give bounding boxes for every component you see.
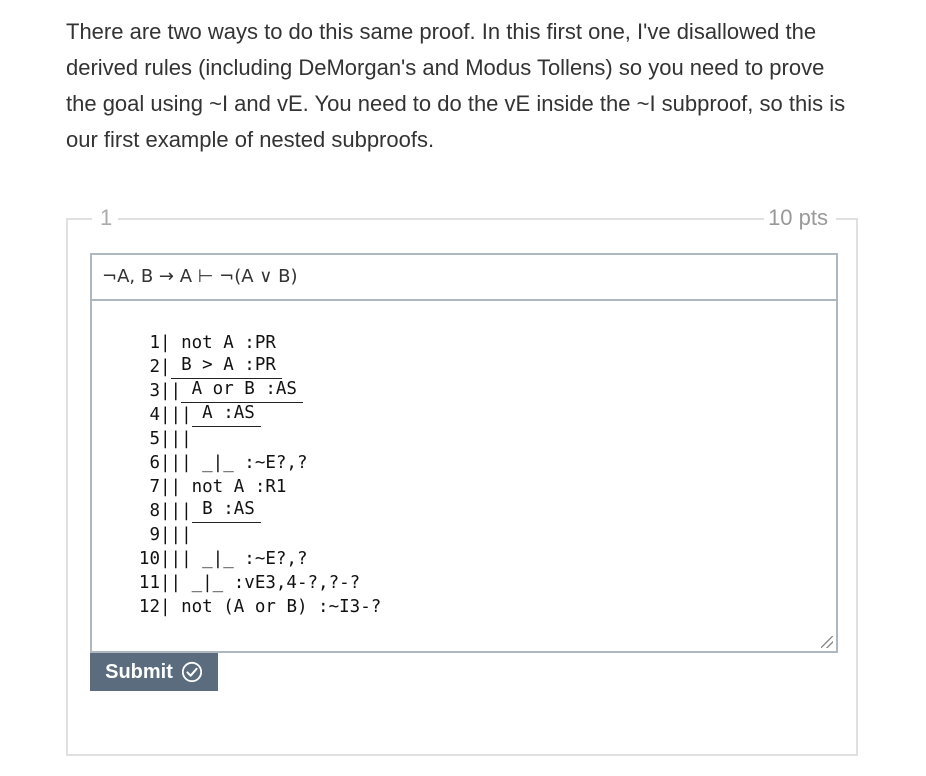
scope-bars: || (160, 477, 182, 497)
line-number: 6 (149, 453, 160, 473)
proof-lines: 1 | not A :PR 2 | B > A :PR 3 || A or B :AS… (130, 331, 381, 619)
line-number: 5 (149, 429, 160, 449)
submit-button[interactable]: Submit (90, 653, 218, 691)
line-number: 3 (149, 381, 160, 401)
scope-bars: ||| (160, 453, 192, 473)
scope-bars: | (160, 597, 171, 617)
line-number: 12 (138, 597, 160, 617)
proof-line[interactable]: 2 | B > A :PR (130, 355, 381, 379)
scope-bars: | (160, 357, 171, 377)
check-circle-icon (181, 661, 202, 683)
line-text: not A :PR (170, 333, 276, 353)
line-text: A or B :AS (181, 379, 303, 403)
scope-bars: ||| (160, 549, 192, 569)
line-number: 1 (149, 333, 160, 353)
proof-line[interactable]: 7 || not A :R1 (130, 475, 381, 499)
frame-top-right (836, 218, 856, 220)
line-number: 11 (138, 573, 160, 593)
proof-line[interactable]: 11 || _|_ :vE3,4-?,?-? (130, 571, 381, 595)
line-text: not A :R1 (181, 477, 287, 497)
scope-bars: ||| (160, 405, 192, 425)
line-text: B > A :PR (170, 355, 282, 379)
proof-line[interactable]: 1 | not A :PR (130, 331, 381, 355)
proof-line[interactable]: 5 ||| (130, 427, 381, 451)
scope-bars: || (160, 381, 182, 401)
line-number: 4 (149, 405, 160, 425)
scope-bars: ||| (160, 501, 192, 521)
line-number: 10 (138, 549, 160, 569)
proof-line[interactable]: 10 ||| _|_ :~E?,? (130, 547, 381, 571)
proof-line[interactable]: 4 ||| A :AS (130, 403, 381, 427)
line-text: A :AS (191, 403, 261, 427)
question-box: 1 10 pts ¬A, B → A ⊢ ¬(A ∨ B) 1 | not A :… (66, 205, 858, 756)
line-text: _|_ :~E?,? (191, 549, 308, 569)
question-number: 1 (94, 205, 119, 231)
proof-line[interactable]: 8 ||| B :AS (130, 499, 381, 523)
line-number: 2 (149, 357, 160, 377)
proof-line[interactable]: 6 ||| _|_ :~E?,? (130, 451, 381, 475)
line-text: _|_ :~E?,? (191, 453, 308, 473)
proof-line[interactable]: 3 || A or B :AS (130, 379, 381, 403)
frame-top-left (68, 218, 92, 220)
proof-editor[interactable]: 1 | not A :PR 2 | B > A :PR 3 || A or B :AS… (90, 299, 838, 653)
scope-bars: | (160, 333, 171, 353)
frame-top-middle (116, 218, 766, 220)
line-number: 9 (149, 525, 160, 545)
line-text: not (A or B) :~I3-? (170, 597, 382, 617)
scope-bars: || (160, 573, 182, 593)
question-points: 10 pts (764, 205, 832, 231)
line-number: 7 (149, 477, 160, 497)
scope-bars: ||| (160, 429, 192, 449)
proof-line[interactable]: 12 | not (A or B) :~I3-? (130, 595, 381, 619)
proof-goal: ¬A, B → A ⊢ ¬(A ∨ B) (90, 253, 838, 299)
line-text: _|_ :vE3,4-?,?-? (181, 573, 361, 593)
intro-paragraph: There are two ways to do this same proof… (66, 19, 846, 152)
line-number: 8 (149, 501, 160, 521)
proof-line[interactable]: 9 ||| (130, 523, 381, 547)
scope-bars: ||| (160, 525, 192, 545)
line-text: B :AS (191, 499, 261, 523)
submit-label: Submit (105, 660, 173, 683)
